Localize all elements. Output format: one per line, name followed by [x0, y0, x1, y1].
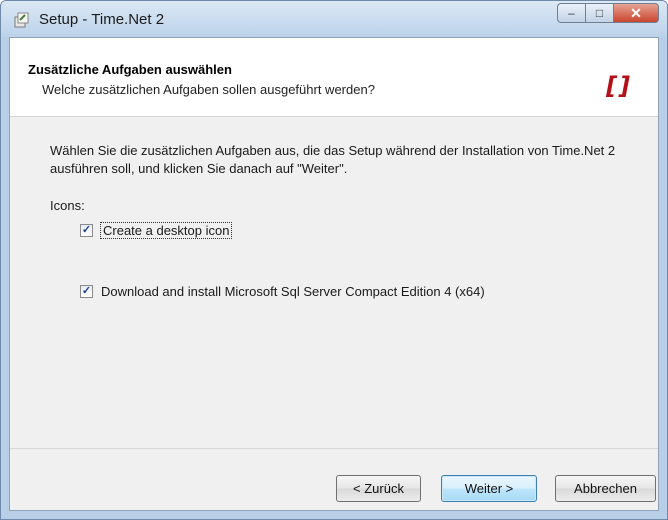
- task-desktop-icon[interactable]: ✓ Create a desktop icon: [80, 222, 233, 239]
- maximize-button[interactable]: □: [585, 3, 613, 23]
- footer-divider: [10, 448, 658, 449]
- setup-icon: [14, 12, 29, 28]
- sql-server-checkbox[interactable]: ✓: [80, 285, 93, 298]
- wizard-client-area: Zusätzliche Aufgaben auswählen Welche zu…: [9, 37, 659, 511]
- cancel-button[interactable]: Abbrechen: [555, 475, 656, 502]
- page-title: Zusätzliche Aufgaben auswählen: [28, 62, 232, 77]
- checkmark-icon: ✓: [81, 285, 92, 297]
- minimize-icon: –: [568, 6, 575, 20]
- desktop-icon-checkbox[interactable]: ✓: [80, 224, 93, 237]
- minimize-button[interactable]: –: [557, 3, 585, 23]
- close-icon: ✕: [630, 4, 642, 21]
- back-button[interactable]: < Zurück: [336, 475, 421, 502]
- brand-logo: []: [606, 72, 632, 100]
- caption-buttons: – □ ✕: [557, 3, 659, 25]
- task-description: Wählen Sie die zusätzlichen Aufgaben aus…: [50, 143, 616, 176]
- desktop-icon-label[interactable]: Create a desktop icon: [99, 222, 233, 239]
- maximize-icon: □: [595, 6, 604, 20]
- task-sql-server[interactable]: ✓ Download and install Microsoft Sql Ser…: [80, 284, 485, 299]
- group-label-icons: Icons:: [50, 198, 85, 213]
- wizard-header: Zusätzliche Aufgaben auswählen Welche zu…: [10, 38, 658, 117]
- sql-server-label[interactable]: Download and install Microsoft Sql Serve…: [101, 284, 485, 299]
- checkmark-icon: ✓: [81, 224, 92, 236]
- setup-window: Setup - Time.Net 2 – □ ✕ Zusätzliche Auf…: [0, 0, 668, 520]
- close-button[interactable]: ✕: [613, 3, 659, 23]
- title-bar[interactable]: Setup - Time.Net 2 – □ ✕: [1, 1, 667, 37]
- window-title: Setup - Time.Net 2: [39, 11, 165, 28]
- page-subtitle: Welche zusätzlichen Aufgaben sollen ausg…: [42, 82, 375, 97]
- next-button[interactable]: Weiter >: [441, 475, 537, 502]
